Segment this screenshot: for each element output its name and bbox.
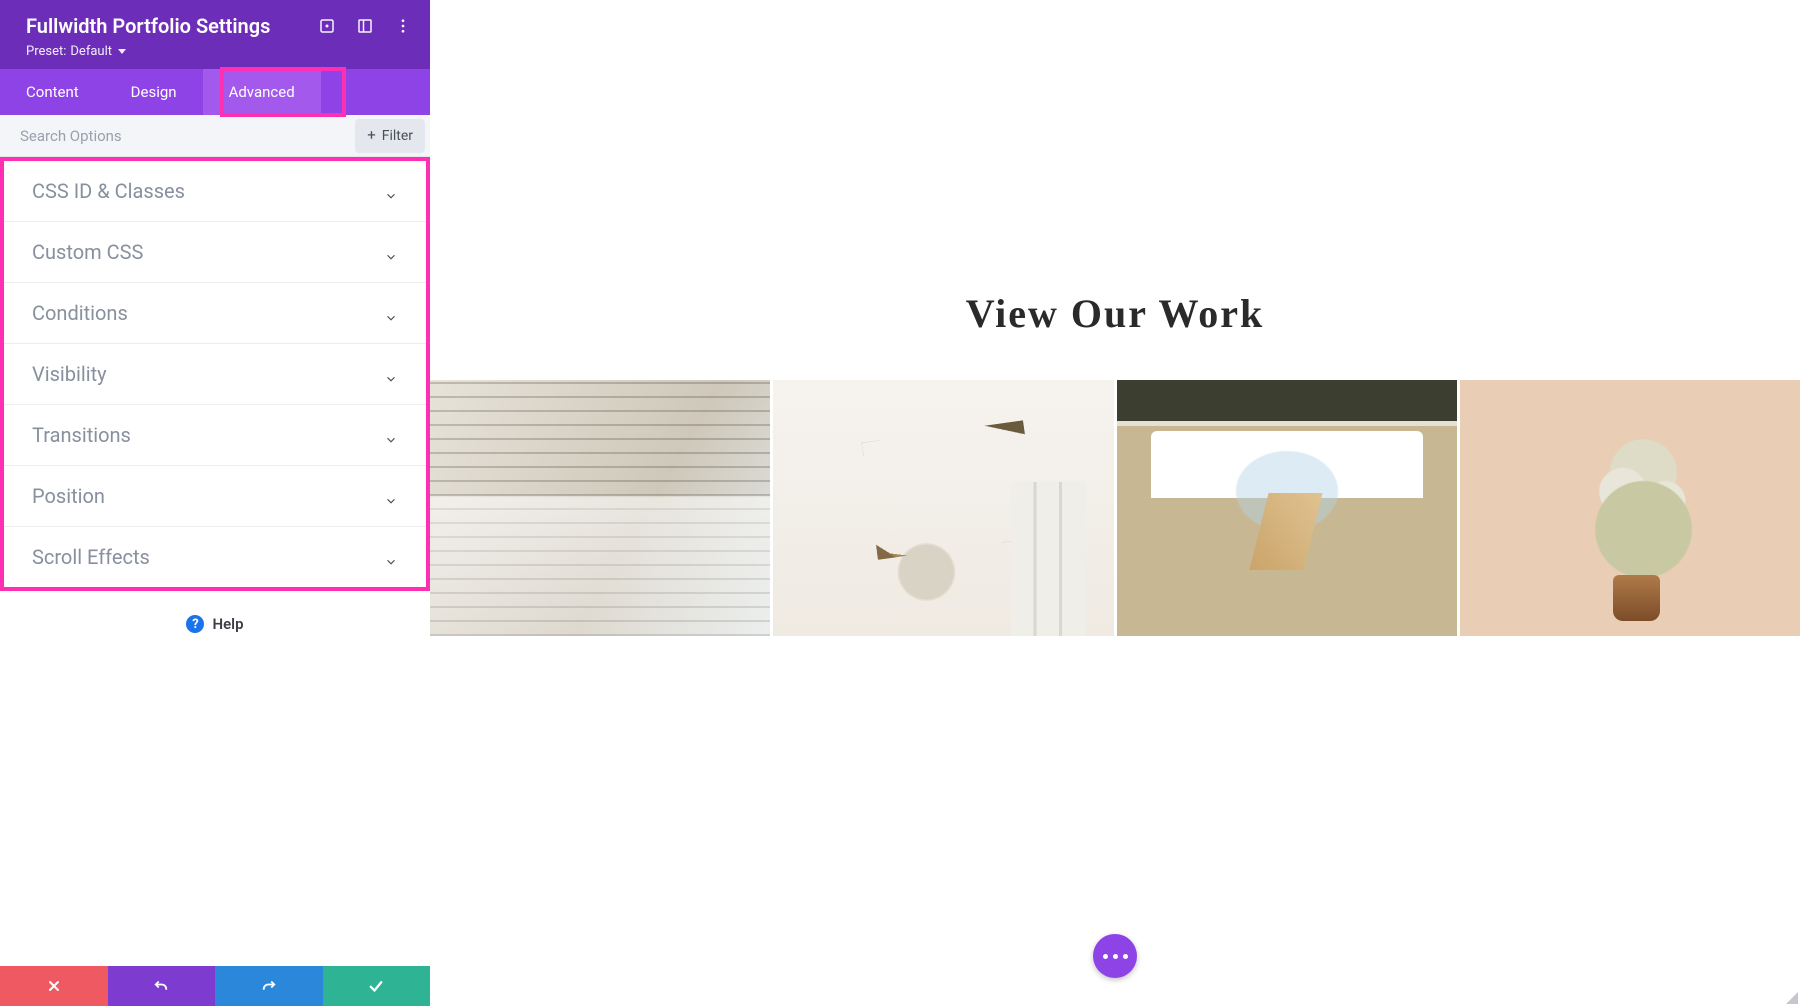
undo-button[interactable] <box>108 966 216 1006</box>
section-css-id-classes[interactable]: CSS ID & Classes <box>4 161 426 222</box>
help-label: Help <box>212 615 243 633</box>
portfolio-item[interactable] <box>773 380 1113 636</box>
section-conditions[interactable]: Conditions <box>4 283 426 344</box>
tabs-bar: Content Design Advanced <box>0 69 430 115</box>
preset-prefix: Preset: <box>26 44 66 59</box>
section-label: Conditions <box>32 301 128 325</box>
panel-header-actions <box>318 17 412 35</box>
search-row: + Filter <box>0 115 430 157</box>
portfolio-gallery <box>430 380 1800 636</box>
portfolio-item[interactable] <box>1117 380 1457 636</box>
search-input[interactable] <box>0 115 355 156</box>
section-custom-css[interactable]: Custom CSS <box>4 222 426 283</box>
section-transitions[interactable]: Transitions <box>4 405 426 466</box>
section-label: Custom CSS <box>32 240 143 264</box>
section-label: Transitions <box>32 423 131 447</box>
check-icon <box>367 977 385 995</box>
section-label: Position <box>32 484 105 508</box>
wireframe-view-icon[interactable] <box>356 17 374 35</box>
chevron-down-icon <box>384 245 398 259</box>
filter-button[interactable]: + Filter <box>355 119 425 153</box>
section-label: CSS ID & Classes <box>32 179 185 203</box>
builder-fab-button[interactable] <box>1093 934 1137 978</box>
chevron-down-icon <box>384 367 398 381</box>
redo-icon <box>260 977 278 995</box>
dot-icon <box>1113 954 1118 959</box>
dot-icon <box>1103 954 1108 959</box>
preset-value: Default <box>70 44 112 59</box>
chevron-down-icon <box>384 489 398 503</box>
resize-handle-icon[interactable] <box>1784 990 1798 1004</box>
caret-down-icon <box>118 49 126 54</box>
redo-button[interactable] <box>215 966 323 1006</box>
more-menu-icon[interactable] <box>394 17 412 35</box>
section-label: Visibility <box>32 362 107 386</box>
tab-advanced[interactable]: Advanced <box>203 69 321 115</box>
chevron-down-icon <box>384 184 398 198</box>
panel-header: Fullwidth Portfolio Settings Preset: Def… <box>0 0 430 69</box>
portfolio-item[interactable] <box>430 380 770 636</box>
help-icon: ? <box>186 615 204 633</box>
portfolio-item[interactable] <box>1460 380 1800 636</box>
panel-title: Fullwidth Portfolio Settings <box>26 14 270 38</box>
settings-panel: Fullwidth Portfolio Settings Preset: Def… <box>0 0 430 1006</box>
filter-label: Filter <box>382 128 413 144</box>
cancel-button[interactable] <box>0 966 108 1006</box>
chevron-down-icon <box>384 306 398 320</box>
section-label: Scroll Effects <box>32 545 150 569</box>
chevron-down-icon <box>384 428 398 442</box>
help-row[interactable]: ? Help <box>0 591 430 657</box>
panel-footer <box>0 966 430 1006</box>
sections-container: CSS ID & Classes Custom CSS Conditions V… <box>0 157 430 591</box>
tab-design[interactable]: Design <box>105 69 203 115</box>
page-preview: View Our Work <box>430 0 1800 1006</box>
dot-icon <box>1123 954 1128 959</box>
save-button[interactable] <box>323 966 431 1006</box>
chevron-down-icon <box>384 550 398 564</box>
responsive-preview-icon[interactable] <box>318 17 336 35</box>
plus-icon: + <box>367 128 376 143</box>
section-visibility[interactable]: Visibility <box>4 344 426 405</box>
section-scroll-effects[interactable]: Scroll Effects <box>4 527 426 587</box>
section-position[interactable]: Position <box>4 466 426 527</box>
close-icon <box>46 978 62 994</box>
tab-content[interactable]: Content <box>0 69 105 115</box>
preview-heading: View Our Work <box>430 290 1800 337</box>
undo-icon <box>152 977 170 995</box>
preset-selector[interactable]: Preset: Default <box>26 44 412 59</box>
